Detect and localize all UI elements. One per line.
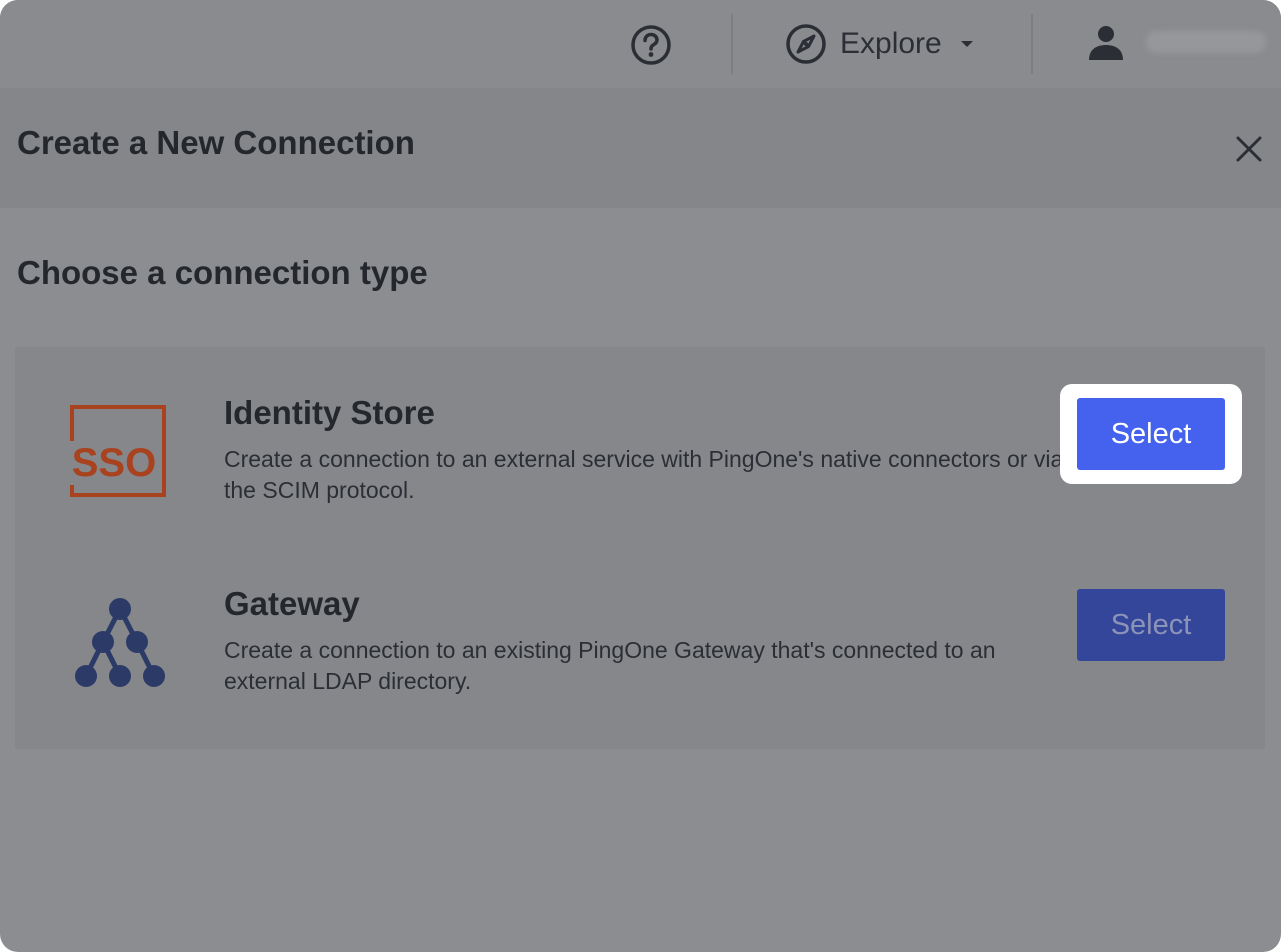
explore-menu-button[interactable]: Explore [784,20,974,68]
identity-store-title: Identity Store [224,394,435,431]
identity-store-description: Create a connection to an external servi… [224,446,1064,503]
gateway-select-button[interactable]: Select [1077,589,1225,661]
sso-icon: SSO [70,405,166,497]
modal-title: Create a New Connection [17,124,415,161]
compass-icon [786,24,826,64]
help-circle-icon[interactable] [629,23,673,67]
identity-store-select-button[interactable]: Select [1077,398,1225,470]
explore-label: Explore [840,27,942,60]
section-title: Choose a connection type [17,254,428,291]
user-name-redacted [1146,31,1266,53]
app-window: Explore Create a New Connection Choose a… [0,0,1281,952]
gateway-title: Gateway [224,585,360,622]
close-icon[interactable] [1232,132,1266,166]
user-menu[interactable] [1086,22,1266,62]
header-divider [1031,14,1033,74]
sso-icon-text: SSO [72,441,156,485]
gateway-description: Create a connection to an existing PingO… [224,637,996,694]
network-tree-icon [75,598,165,687]
header-divider [731,14,733,74]
person-icon [1089,26,1123,60]
top-navigation-bar: Explore [0,0,1281,88]
caret-down-icon [960,41,973,47]
